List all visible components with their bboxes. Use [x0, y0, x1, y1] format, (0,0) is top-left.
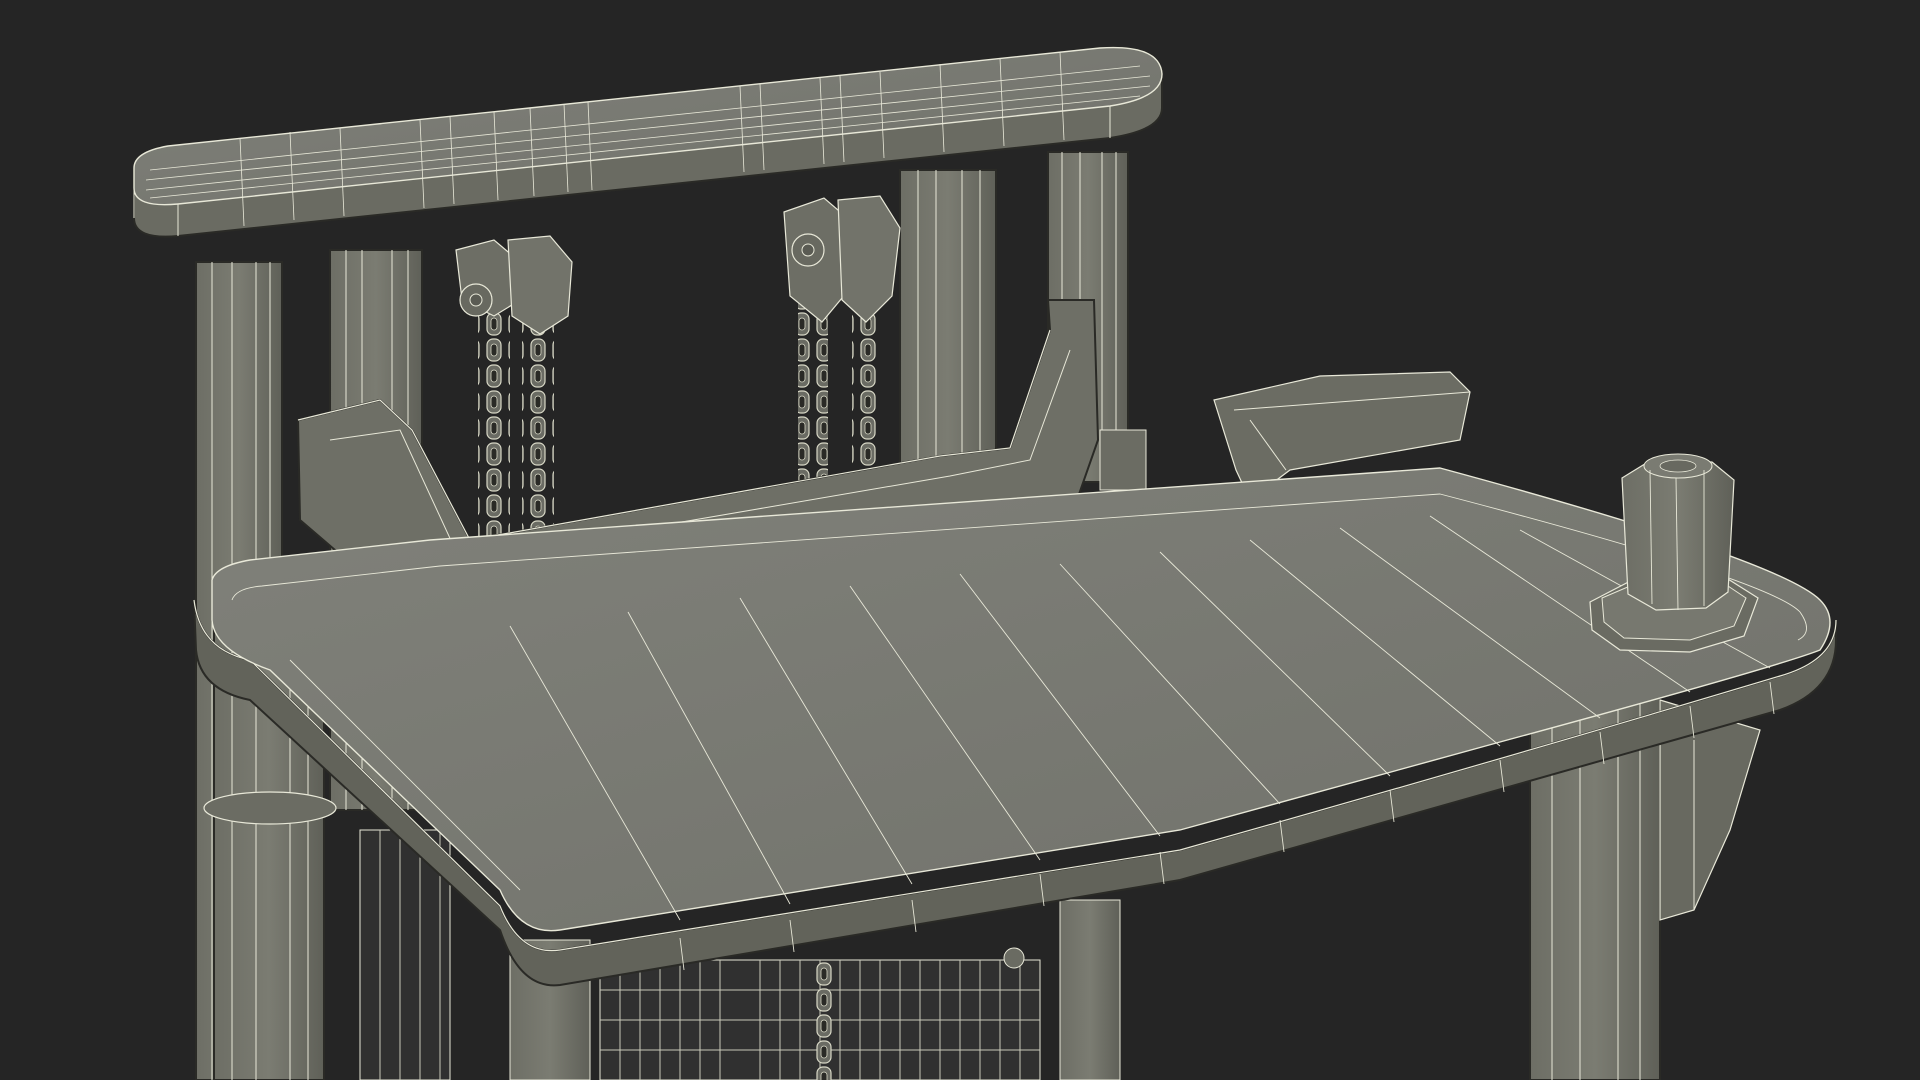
render-viewport: [0, 0, 1920, 1080]
wireframe-model: [0, 0, 1920, 1080]
mast-inner-right-post: [899, 169, 997, 471]
